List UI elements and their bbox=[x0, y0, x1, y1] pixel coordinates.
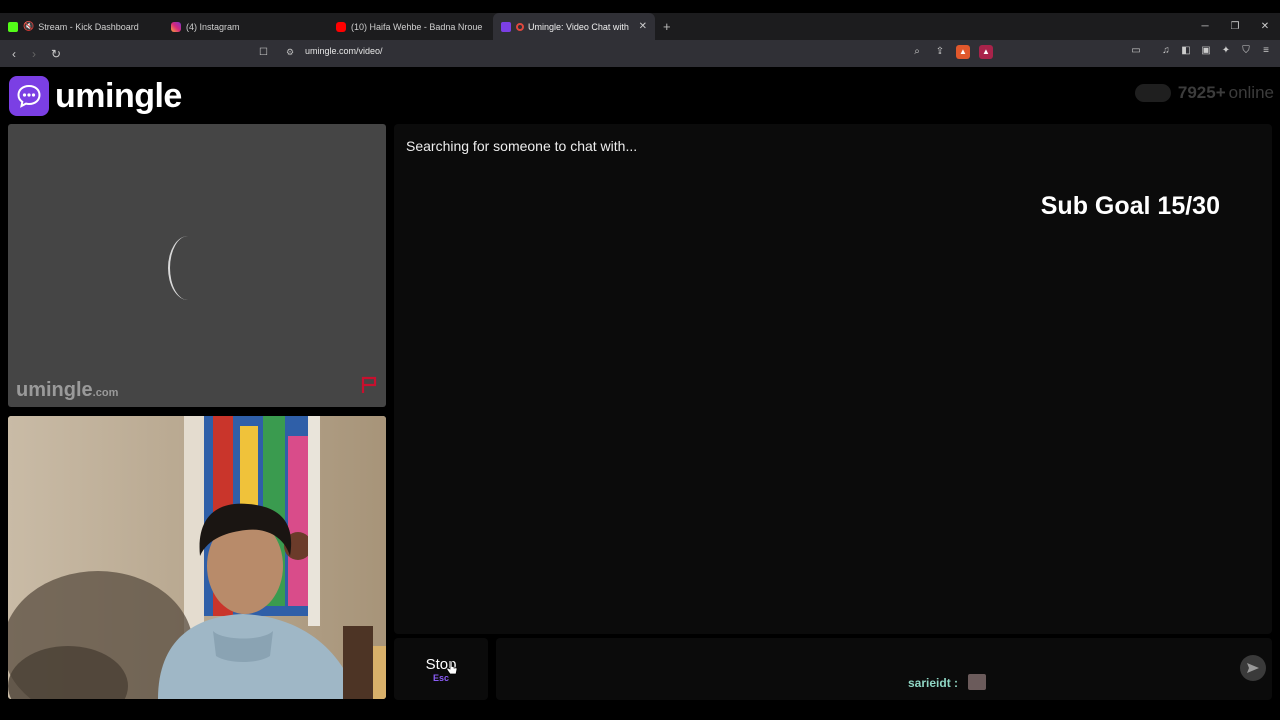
watermark-suffix: .com bbox=[92, 387, 119, 399]
close-window-icon[interactable]: ✕ bbox=[1250, 21, 1280, 32]
umingle-tab-icon bbox=[501, 21, 511, 32]
back-icon[interactable]: ‹ bbox=[4, 47, 24, 61]
tab-label: (4) Instagram bbox=[186, 21, 240, 32]
stranger-video: umingle.com bbox=[8, 124, 386, 407]
zoom-icon[interactable]: ⌕ bbox=[910, 45, 924, 59]
vpn-icon[interactable]: ⛉ bbox=[1240, 45, 1252, 57]
tab-umingle[interactable]: Umingle: Video Chat with Str ✕ bbox=[493, 13, 655, 40]
tab-label: Umingle: Video Chat with Str bbox=[528, 21, 631, 32]
mute-icon[interactable]: 🔇 bbox=[23, 21, 34, 32]
chat-message-input[interactable]: sarieidt : bbox=[496, 638, 1272, 700]
brave-rewards-icon[interactable]: ▲ bbox=[979, 45, 993, 59]
media-icon[interactable]: ♫ bbox=[1160, 45, 1172, 57]
online-toggle[interactable] bbox=[1134, 84, 1171, 102]
share-icon[interactable]: ⇪ bbox=[933, 45, 947, 59]
kick-icon bbox=[8, 21, 18, 32]
stop-label: Stop bbox=[425, 656, 457, 673]
wallet-icon[interactable]: ▣ bbox=[1200, 45, 1212, 57]
forward-icon[interactable]: › bbox=[24, 47, 44, 61]
address-bar[interactable]: umingle.com/video/ bbox=[305, 46, 383, 56]
loading-spinner-icon bbox=[168, 236, 208, 300]
brave-shield-icon[interactable]: ▲ bbox=[956, 45, 970, 59]
site-logo[interactable]: umingle bbox=[9, 76, 182, 116]
instagram-icon bbox=[171, 21, 181, 32]
stream-chat-overlay-user: sarieidt : bbox=[908, 676, 959, 690]
send-arrow-icon bbox=[1247, 663, 1259, 673]
chat-bubble-icon bbox=[9, 76, 49, 116]
online-label: online bbox=[1228, 83, 1274, 102]
browser-tab-bar: 🔇 Stream - Kick Dashboard (4) Instagram … bbox=[0, 13, 1280, 40]
tab-label: Stream - Kick Dashboard bbox=[38, 21, 139, 32]
leo-ai-icon[interactable]: ✦ bbox=[1220, 45, 1232, 57]
send-button[interactable] bbox=[1240, 655, 1266, 681]
online-count: 7925+ bbox=[1177, 83, 1226, 102]
bookmark-icon[interactable]: ☐ bbox=[259, 47, 268, 58]
cat-emote-icon bbox=[968, 674, 986, 690]
umingle-page: umingle 7925+ online umingle.com Searchi… bbox=[0, 67, 1280, 720]
reload-icon[interactable]: ↻ bbox=[46, 47, 66, 61]
reader-icon[interactable]: ◧ bbox=[1180, 45, 1192, 57]
new-tab-button[interactable]: + bbox=[663, 19, 671, 34]
window-controls: ─ ❐ ✕ bbox=[1190, 13, 1280, 40]
logo-text: umingle bbox=[55, 76, 182, 115]
recording-icon bbox=[516, 22, 524, 31]
chat-panel: Searching for someone to chat with... Su… bbox=[394, 124, 1272, 634]
minimize-icon[interactable]: ─ bbox=[1190, 21, 1220, 32]
stream-sub-goal-overlay: Sub Goal 15/30 bbox=[1040, 192, 1220, 220]
youtube-icon bbox=[336, 21, 346, 32]
report-flag-icon[interactable] bbox=[360, 376, 380, 399]
online-indicator: 7925+ online bbox=[1134, 83, 1274, 103]
menu-icon[interactable]: ≡ bbox=[1260, 45, 1272, 57]
stop-shortcut-key: Esc bbox=[432, 673, 449, 683]
watermark-text: umingle bbox=[16, 379, 93, 401]
hand-cursor-icon bbox=[446, 660, 458, 675]
address-actions: ⌕ ⇪ ▲ ▲ bbox=[910, 45, 993, 59]
searching-status: Searching for someone to chat with... bbox=[406, 138, 638, 154]
self-camera-video bbox=[8, 416, 386, 699]
sidebar-toggle-icon[interactable]: ▭ bbox=[1130, 45, 1142, 57]
browser-toolbar: ‹ › ↻ ☐ ⚙ umingle.com/video/ ⌕ ⇪ ▲ ▲ ▭ ♫… bbox=[0, 40, 1280, 67]
video-watermark: umingle.com bbox=[16, 379, 118, 402]
tab-label: (10) Haifa Wehbe - Badna Nroue (Off bbox=[351, 21, 485, 32]
tab-youtube[interactable]: (10) Haifa Wehbe - Badna Nroue (Off bbox=[328, 13, 493, 40]
tab-kick-dashboard[interactable]: 🔇 Stream - Kick Dashboard bbox=[0, 13, 163, 40]
tab-instagram[interactable]: (4) Instagram bbox=[163, 13, 328, 40]
camera-feed-image bbox=[8, 416, 386, 699]
site-info-icon[interactable]: ⚙ bbox=[286, 47, 294, 58]
toolbar-actions: ▭ ♫ ◧ ▣ ✦ ⛉ ≡ bbox=[1130, 45, 1272, 57]
restore-icon[interactable]: ❐ bbox=[1220, 21, 1250, 32]
close-tab-icon[interactable]: ✕ bbox=[639, 21, 647, 32]
stop-button[interactable]: Stop Esc bbox=[394, 638, 488, 700]
